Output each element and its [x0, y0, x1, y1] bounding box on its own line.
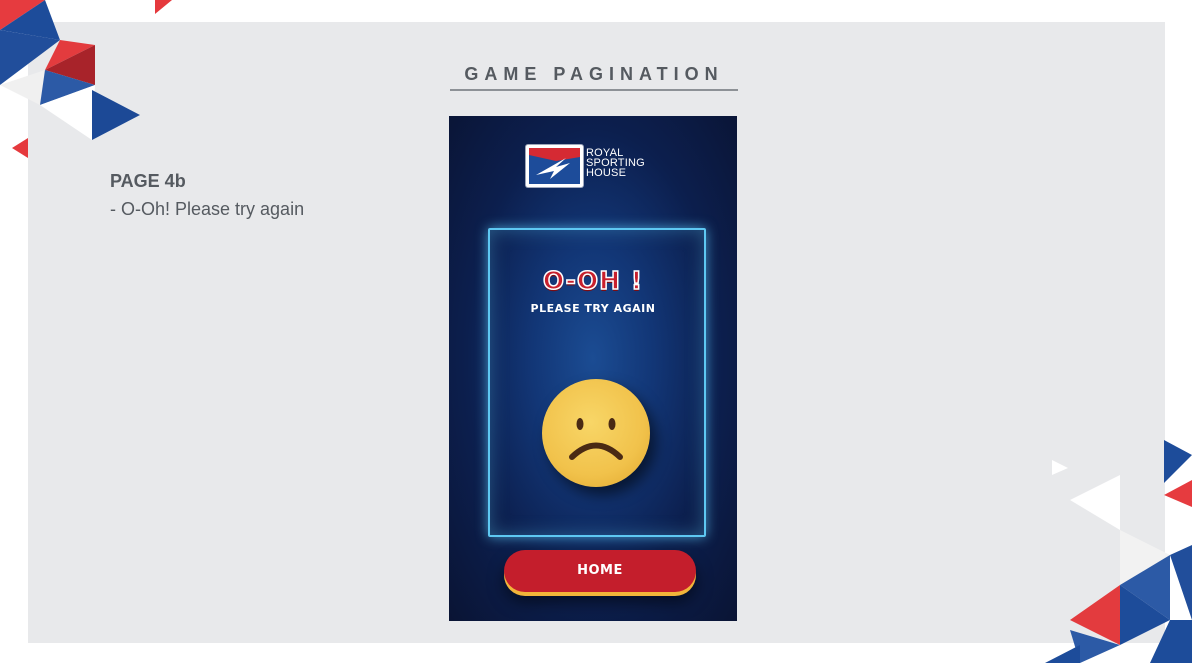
result-subtitle: PLEASE TRY AGAIN: [530, 302, 656, 315]
decorative-triangles-bottom-right: [1045, 440, 1192, 663]
game-screen: ROYAL SPORTING HOUSE O-OH ! PLEASE TRY A…: [449, 116, 737, 621]
brand-logo-icon: [526, 145, 583, 187]
result-title: O-OH !: [542, 265, 644, 296]
page-description: - O-Oh! Please try again: [110, 199, 305, 219]
page-title: GAME PAGINATION: [450, 64, 738, 91]
home-button[interactable]: HOME: [504, 550, 696, 592]
page-label: PAGE 4b: [110, 171, 186, 191]
sad-face-icon: [542, 379, 650, 487]
decorative-triangles-top-left: [0, 0, 172, 158]
brand-name: ROYAL SPORTING HOUSE: [586, 147, 645, 179]
